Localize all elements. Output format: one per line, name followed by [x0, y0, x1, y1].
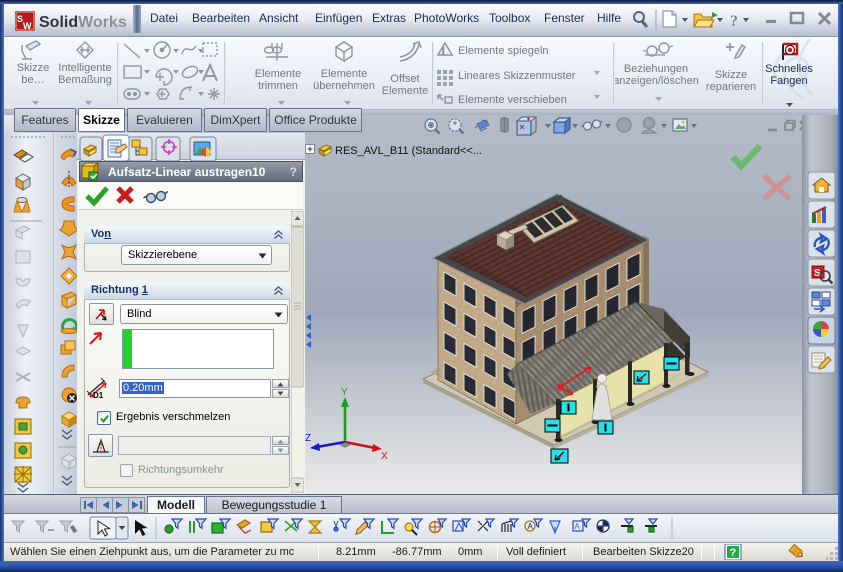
svg-text:Y: Y: [341, 387, 348, 398]
svg-text:A: A: [528, 522, 534, 531]
svg-text:?: ?: [730, 547, 737, 559]
svg-text:A: A: [575, 522, 581, 531]
svg-text:W: W: [23, 21, 32, 31]
svg-text:X: X: [381, 451, 388, 462]
svg-text:SolidWorks: SolidWorks: [39, 14, 127, 31]
svg-text:D1: D1: [93, 391, 104, 399]
svg-text:RES_AVL_B11 (Standard<<...: RES_AVL_B11 (Standard<<...: [335, 145, 482, 157]
svg-text:?: ?: [730, 13, 738, 30]
svg-text:Z: Z: [305, 433, 311, 444]
svg-text:!: !: [442, 46, 445, 56]
